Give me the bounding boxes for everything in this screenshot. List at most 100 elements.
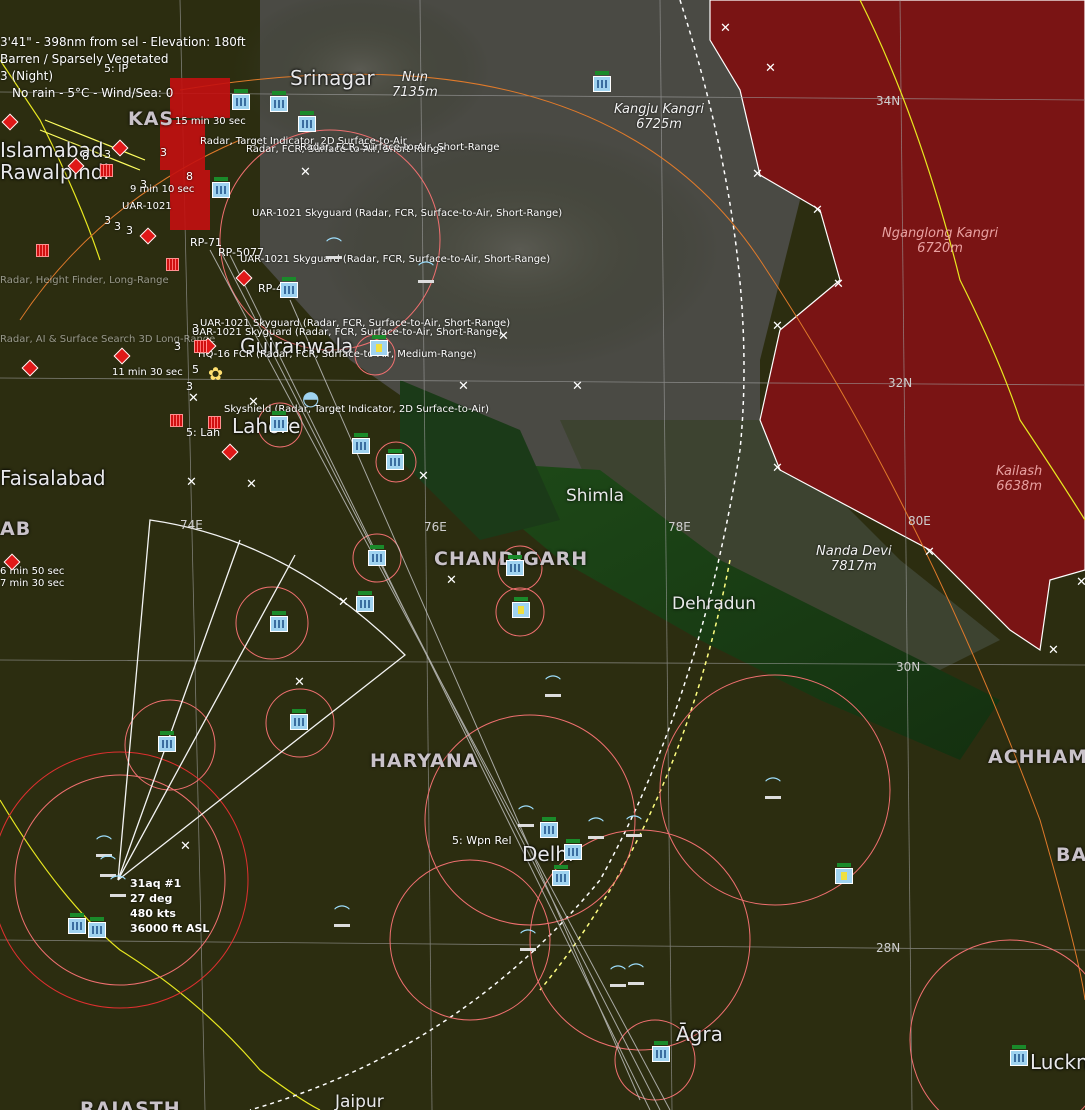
friendly-sam-icon[interactable]: ⌒ bbox=[626, 816, 643, 837]
friendly-sam-icon[interactable]: ⌒ bbox=[418, 262, 435, 283]
hostile-radar[interactable] bbox=[36, 244, 49, 257]
peak-kailash-name: Kailash bbox=[996, 464, 1043, 479]
city-faisalabad[interactable]: Faisalabad bbox=[0, 466, 106, 490]
friendly-sam-icon[interactable]: ⌒ bbox=[518, 806, 535, 827]
waypoint-marker[interactable]: ✕ bbox=[812, 204, 823, 217]
waypoint-marker[interactable]: ✕ bbox=[720, 22, 731, 35]
timer-3: 11 min 30 sec bbox=[112, 367, 183, 378]
peak-nanda-devi: Nanda Devi 7817m bbox=[816, 544, 892, 574]
aircraft-data-block[interactable]: 31aq #1 27 deg 480 kts 36000 ft ASL bbox=[130, 876, 209, 936]
friendly-base[interactable] bbox=[88, 917, 106, 938]
ref-point-ip[interactable]: 5: IP bbox=[104, 62, 128, 75]
friendly-base[interactable] bbox=[298, 111, 316, 132]
grid-label-80e: 80E bbox=[908, 514, 931, 528]
friendly-base[interactable] bbox=[232, 89, 250, 110]
waypoint-marker[interactable]: ✕ bbox=[772, 462, 783, 475]
friendly-base[interactable] bbox=[386, 449, 404, 470]
ref-point-rp-71[interactable]: RP-71 bbox=[190, 236, 222, 249]
friendly-base[interactable] bbox=[540, 817, 558, 838]
waypoint-marker[interactable]: ✕ bbox=[418, 470, 429, 483]
friendly-base[interactable] bbox=[593, 71, 611, 92]
friendly-airfield[interactable] bbox=[370, 335, 388, 356]
friendly-sam-icon[interactable]: ⌒ bbox=[628, 964, 645, 985]
friendly-airfield[interactable] bbox=[835, 863, 853, 884]
friendly-sam-icon[interactable]: ⌒ bbox=[326, 238, 343, 259]
friendly-sam-icon[interactable]: ⌒ bbox=[588, 818, 605, 839]
waypoint-marker[interactable]: ✕ bbox=[294, 676, 305, 689]
stack-count: 3 bbox=[126, 224, 133, 237]
friendly-base[interactable] bbox=[652, 1041, 670, 1062]
peak-nanda-devi-name: Nanda Devi bbox=[816, 544, 892, 559]
city-lucknow[interactable]: Luckno bbox=[1030, 1050, 1085, 1074]
waypoint-marker[interactable]: ✕ bbox=[772, 320, 783, 333]
friendly-base[interactable] bbox=[368, 545, 386, 566]
friendly-base[interactable] bbox=[290, 709, 308, 730]
hostile-radar[interactable] bbox=[208, 416, 221, 429]
friendly-base[interactable] bbox=[158, 731, 176, 752]
waypoint-marker[interactable]: ✕ bbox=[752, 168, 763, 181]
friendly-base[interactable] bbox=[270, 611, 288, 632]
friendly-base[interactable] bbox=[552, 865, 570, 886]
timer-5: 7 min 30 sec bbox=[0, 578, 65, 589]
waypoint-marker[interactable]: ✕ bbox=[186, 476, 197, 489]
city-jaipur[interactable]: Jaipur bbox=[335, 1092, 384, 1110]
friendly-sam-icon[interactable]: ⌒ bbox=[334, 906, 351, 927]
selected-aircraft-icon[interactable]: ⌒ bbox=[110, 876, 127, 897]
friendly-sam-icon[interactable]: ⌒ bbox=[100, 856, 117, 877]
friendly-radar-icon[interactable]: ◓ bbox=[302, 386, 319, 410]
friendly-airfield[interactable] bbox=[512, 597, 530, 618]
friendly-sam-icon[interactable]: ⌒ bbox=[520, 930, 537, 951]
friendly-base[interactable] bbox=[68, 913, 86, 934]
hostile-radar[interactable] bbox=[100, 164, 113, 177]
friendly-base[interactable] bbox=[564, 839, 582, 860]
friendly-base[interactable] bbox=[352, 433, 370, 454]
city-rawalpindi[interactable]: Rawalpindi bbox=[0, 160, 109, 184]
hostile-radar[interactable] bbox=[170, 414, 183, 427]
waypoint-marker[interactable]: ✕ bbox=[188, 392, 199, 405]
waypoint-marker[interactable]: ✕ bbox=[572, 380, 583, 393]
waypoint-marker[interactable]: ✕ bbox=[498, 330, 509, 343]
unit-label-12: Radar, FCR, Surface-to-Air, Short-Range bbox=[300, 142, 500, 153]
waypoint-marker[interactable]: ✕ bbox=[1076, 576, 1085, 589]
city-agra[interactable]: Āgra bbox=[676, 1022, 723, 1046]
friendly-base[interactable] bbox=[212, 177, 230, 198]
waypoint-marker[interactable]: ✕ bbox=[248, 396, 259, 409]
stack-count: 3 bbox=[114, 220, 121, 233]
waypoint-marker[interactable]: ✕ bbox=[924, 546, 935, 559]
city-dehradun[interactable]: Dehradun bbox=[672, 594, 756, 614]
waypoint-marker[interactable]: ✕ bbox=[458, 380, 469, 393]
friendly-base[interactable] bbox=[1010, 1045, 1028, 1066]
ref-point-wpn-rel[interactable]: 5: Wpn Rel bbox=[452, 834, 512, 847]
waypoint-marker[interactable]: ✕ bbox=[765, 62, 776, 75]
friendly-base[interactable] bbox=[270, 91, 288, 112]
friendly-hq-icon[interactable]: ✿ bbox=[208, 364, 223, 385]
tactical-map[interactable]: 3'41" - 398nm from sel - Elevation: 180f… bbox=[0, 0, 1085, 1110]
waypoint-marker[interactable]: ✕ bbox=[338, 596, 349, 609]
unit-label-9: Radar, AI & Surface Search 3D Long-Range bbox=[0, 334, 216, 345]
waypoint-marker[interactable]: ✕ bbox=[833, 278, 844, 291]
friendly-sam-icon[interactable]: ⌒ bbox=[96, 836, 113, 857]
hostile-radar[interactable] bbox=[194, 340, 207, 353]
waypoint-marker[interactable]: ✕ bbox=[246, 478, 257, 491]
friendly-base[interactable] bbox=[270, 411, 288, 432]
hostile-radar[interactable] bbox=[166, 258, 179, 271]
friendly-base[interactable] bbox=[280, 277, 298, 298]
friendly-sam-icon[interactable]: ⌒ bbox=[545, 676, 562, 697]
city-shimla[interactable]: Shimla bbox=[566, 486, 624, 506]
grid-label-28n: 28N bbox=[876, 941, 901, 955]
state-kas: KAS bbox=[128, 108, 175, 130]
waypoint-marker[interactable]: ✕ bbox=[180, 840, 191, 853]
waypoint-marker[interactable]: ✕ bbox=[1048, 644, 1059, 657]
friendly-base[interactable] bbox=[506, 555, 524, 576]
friendly-base[interactable] bbox=[356, 591, 374, 612]
friendly-sam-icon[interactable]: ⌒ bbox=[765, 778, 782, 799]
city-lahore[interactable]: Lahore bbox=[232, 414, 300, 438]
state-ba: BA bbox=[1056, 844, 1085, 866]
unit-label-6: UAR-1021 Skyguard (Radar, FCR, Surface-t… bbox=[252, 208, 563, 219]
friendly-sam-icon[interactable]: ⌒ bbox=[610, 966, 627, 987]
state-haryana: HARYANA bbox=[370, 750, 479, 772]
waypoint-marker[interactable]: ✕ bbox=[446, 574, 457, 587]
waypoint-marker[interactable]: ✕ bbox=[300, 166, 311, 179]
city-srinagar[interactable]: Srinagar bbox=[290, 66, 375, 90]
state-achham: ACHHAM bbox=[988, 746, 1085, 768]
